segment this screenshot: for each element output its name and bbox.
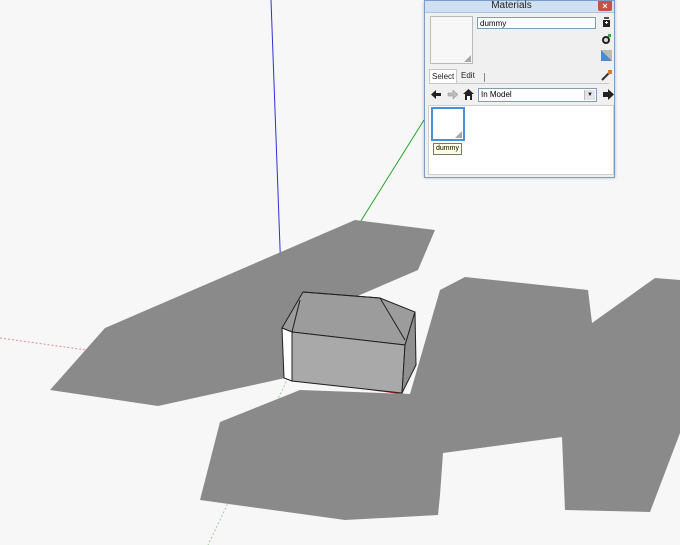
material-sample-icon[interactable] xyxy=(601,50,612,61)
materials-panel: Materials × Select Edit In Model ▼ du xyxy=(424,0,615,178)
tab-divider xyxy=(484,73,485,82)
material-swatch-grid: dummy xyxy=(428,105,614,175)
forward-arrow-icon[interactable] xyxy=(447,89,458,100)
tab-edit[interactable]: Edit xyxy=(459,69,477,83)
swatch-tooltip: dummy xyxy=(433,143,462,155)
corner-triangle-icon xyxy=(464,55,471,62)
eyedropper-icon[interactable] xyxy=(601,70,612,81)
panel-titlebar[interactable]: Materials × xyxy=(425,0,614,13)
library-dropdown-value: In Model xyxy=(481,90,512,99)
panel-title: Materials xyxy=(491,0,532,11)
material-swatch-dummy[interactable] xyxy=(431,107,465,141)
tab-select[interactable]: Select xyxy=(429,69,458,83)
house-left-wall xyxy=(281,327,293,382)
create-material-icon[interactable] xyxy=(601,17,612,28)
home-icon[interactable] xyxy=(463,89,474,100)
material-name-field[interactable] xyxy=(477,17,596,29)
close-icon[interactable]: × xyxy=(598,1,612,11)
chevron-down-icon[interactable]: ▼ xyxy=(584,90,595,100)
material-preview xyxy=(430,16,473,64)
back-arrow-icon[interactable] xyxy=(431,89,442,100)
details-arrow-icon[interactable] xyxy=(603,89,614,100)
corner-triangle-icon xyxy=(455,131,462,138)
paint-bucket-icon[interactable] xyxy=(601,34,612,45)
tab-underline xyxy=(429,83,609,84)
library-dropdown[interactable]: In Model ▼ xyxy=(478,88,597,102)
